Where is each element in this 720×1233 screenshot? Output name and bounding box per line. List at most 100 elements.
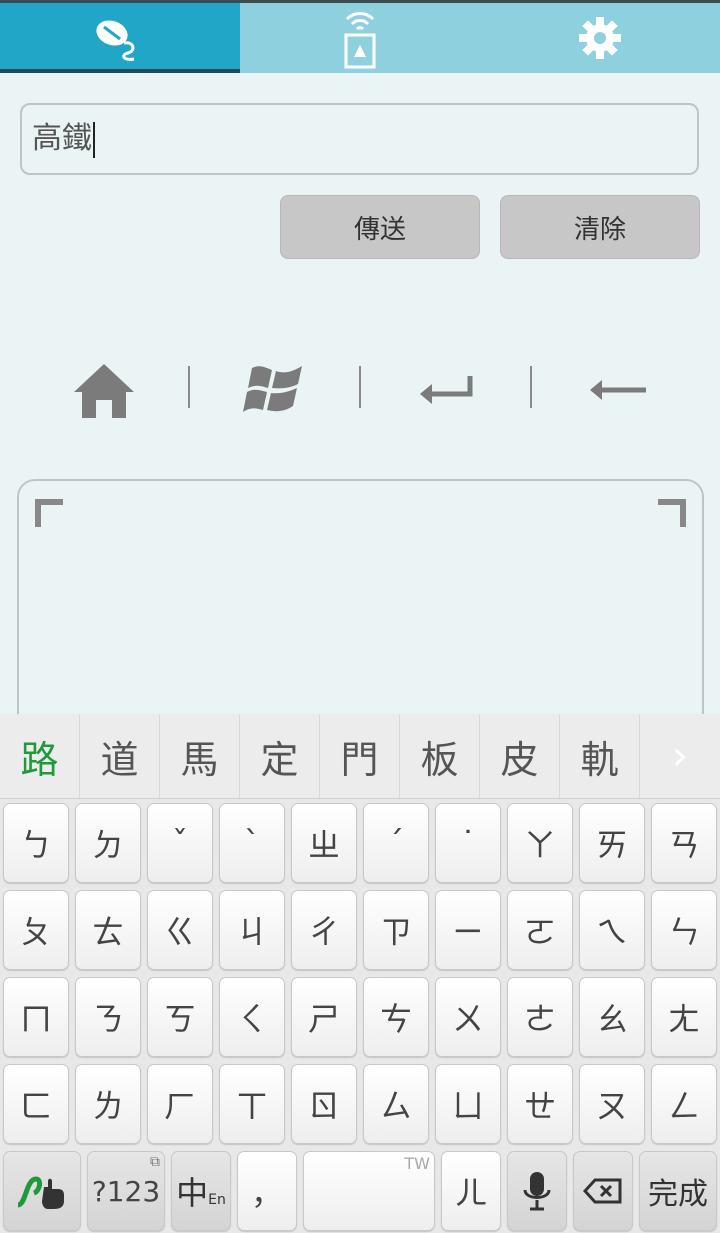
- zhuyin-key[interactable]: ㄗ: [363, 890, 429, 970]
- corner-marker-top-right: [658, 499, 686, 527]
- zhuyin-key[interactable]: ㄉ: [75, 803, 141, 883]
- zhuyin-key[interactable]: ㄍ: [147, 890, 213, 970]
- windows-icon: [243, 366, 302, 412]
- zhuyin-key[interactable]: ㄢ: [651, 803, 717, 883]
- zhuyin-key-label: ㄥ: [667, 1087, 700, 1125]
- zhuyin-key-label: ㄓ: [307, 826, 340, 864]
- layer-icon: ⧉: [150, 1154, 160, 1170]
- zhuyin-key[interactable]: ㄔ: [291, 890, 357, 970]
- text-caret: [93, 121, 95, 158]
- tab-settings[interactable]: [480, 3, 720, 73]
- zhuyin-key[interactable]: ㄠ: [579, 977, 645, 1057]
- more-candidates-button[interactable]: ›: [640, 714, 720, 798]
- zhuyin-key[interactable]: ㄈ: [3, 1064, 69, 1144]
- number-mode-key[interactable]: ?123 ⧉: [87, 1151, 165, 1231]
- zhuyin-key[interactable]: ˙: [435, 803, 501, 883]
- candidate-item[interactable]: 馬: [160, 714, 240, 798]
- done-key[interactable]: 完成: [639, 1151, 717, 1231]
- candidate-item[interactable]: 皮: [480, 714, 560, 798]
- zhuyin-key-label: ㄣ: [667, 913, 700, 951]
- zhuyin-key-label: ㄌ: [91, 1087, 124, 1125]
- zhuyin-key-label: ㄝ: [523, 1087, 556, 1125]
- zhuyin-key-label: ㄍ: [163, 913, 196, 951]
- zhuyin-key[interactable]: ㄊ: [75, 890, 141, 970]
- zhuyin-key[interactable]: ㄘ: [363, 977, 429, 1057]
- divider: [359, 366, 361, 408]
- zhuyin-key-label: ˙: [460, 824, 476, 862]
- zhuyin-key[interactable]: ㄒ: [219, 1064, 285, 1144]
- send-button[interactable]: 傳送: [280, 195, 480, 259]
- zhuyin-key[interactable]: ㄇ: [3, 977, 69, 1057]
- zhuyin-key-label: ㄜ: [523, 1000, 556, 1038]
- zhuyin-key[interactable]: ㄚ: [507, 803, 573, 883]
- voice-input-key[interactable]: [507, 1151, 567, 1231]
- corner-marker-top-left: [35, 499, 63, 527]
- tab-screen[interactable]: [240, 3, 480, 73]
- zhuyin-key[interactable]: ˋ: [219, 803, 285, 883]
- microphone-icon: [523, 1172, 551, 1211]
- text-input[interactable]: 高鐵: [20, 103, 699, 175]
- clear-button-label: 清除: [573, 214, 626, 245]
- home-button[interactable]: [62, 350, 146, 430]
- candidate-item[interactable]: 路: [0, 714, 80, 798]
- zhuyin-key[interactable]: ㄜ: [507, 977, 573, 1057]
- zhuyin-key-label: ㄖ: [307, 1087, 340, 1125]
- backspace-arrow-button[interactable]: [576, 350, 660, 430]
- home-icon: [74, 364, 134, 418]
- enter-button[interactable]: [404, 350, 488, 430]
- zhuyin-key[interactable]: ㄛ: [507, 890, 573, 970]
- zhuyin-key[interactable]: ㄌ: [75, 1064, 141, 1144]
- zhuyin-key[interactable]: ㄝ: [507, 1064, 573, 1144]
- zhuyin-key-label: ㄛ: [523, 913, 556, 951]
- divider: [188, 366, 190, 408]
- zhuyin-key[interactable]: ㄧ: [435, 890, 501, 970]
- zhuyin-key[interactable]: ㄩ: [435, 1064, 501, 1144]
- space-key[interactable]: TW: [303, 1151, 435, 1231]
- zhuyin-key[interactable]: ㄓ: [291, 803, 357, 883]
- zhuyin-key[interactable]: ㄖ: [291, 1064, 357, 1144]
- zhuyin-key[interactable]: ㄕ: [291, 977, 357, 1057]
- zhuyin-key[interactable]: ㄥ: [651, 1064, 717, 1144]
- zhuyin-key-label: ㄔ: [307, 913, 340, 951]
- zhuyin-key-label: ㄞ: [595, 826, 628, 864]
- zhuyin-key[interactable]: ㄆ: [3, 890, 69, 970]
- zhuyin-key[interactable]: ㄣ: [651, 890, 717, 970]
- zhuyin-key-label: ㄎ: [163, 1000, 196, 1038]
- zhuyin-key[interactable]: ㄨ: [435, 977, 501, 1057]
- number-mode-label: ?123: [91, 1174, 161, 1208]
- zhuyin-key[interactable]: ㄏ: [147, 1064, 213, 1144]
- tab-bar: [0, 3, 720, 73]
- zhuyin-key-label: ㄙ: [379, 1087, 412, 1125]
- text-input-value: 高鐵: [32, 121, 92, 156]
- zhuyin-key[interactable]: ㄟ: [579, 890, 645, 970]
- zhuyin-key[interactable]: ㄑ: [219, 977, 285, 1057]
- windows-button[interactable]: [232, 350, 316, 430]
- candidate-item[interactable]: 道: [80, 714, 160, 798]
- zhuyin-key[interactable]: ㄋ: [75, 977, 141, 1057]
- candidate-item[interactable]: 定: [240, 714, 320, 798]
- candidate-item[interactable]: 門: [320, 714, 400, 798]
- zhuyin-key[interactable]: ㄡ: [579, 1064, 645, 1144]
- er-key[interactable]: ㄦ: [441, 1151, 501, 1231]
- tab-mouse[interactable]: [0, 3, 240, 73]
- zhuyin-key[interactable]: ㄞ: [579, 803, 645, 883]
- zhuyin-key[interactable]: ˇ: [147, 803, 213, 883]
- zhuyin-key-label: ㄗ: [379, 913, 412, 951]
- zhuyin-key-label: ㄇ: [19, 1000, 52, 1038]
- language-switch-key[interactable]: 中 En: [171, 1151, 231, 1231]
- er-label: ㄦ: [454, 1174, 487, 1212]
- zhuyin-key[interactable]: ㄅ: [3, 803, 69, 883]
- candidate-item[interactable]: 板: [400, 714, 480, 798]
- clear-button[interactable]: 清除: [500, 195, 700, 259]
- zhuyin-key[interactable]: ˊ: [363, 803, 429, 883]
- zhuyin-key[interactable]: ㄐ: [219, 890, 285, 970]
- zhuyin-key-label: ㄑ: [235, 1000, 268, 1038]
- send-button-label: 傳送: [353, 214, 406, 245]
- comma-key[interactable]: ，: [237, 1151, 297, 1231]
- candidate-item[interactable]: 軌: [560, 714, 640, 798]
- zhuyin-key[interactable]: ㄎ: [147, 977, 213, 1057]
- zhuyin-key[interactable]: ㄤ: [651, 977, 717, 1057]
- delete-key[interactable]: [573, 1151, 633, 1231]
- handwriting-key[interactable]: [3, 1151, 81, 1231]
- zhuyin-key[interactable]: ㄙ: [363, 1064, 429, 1144]
